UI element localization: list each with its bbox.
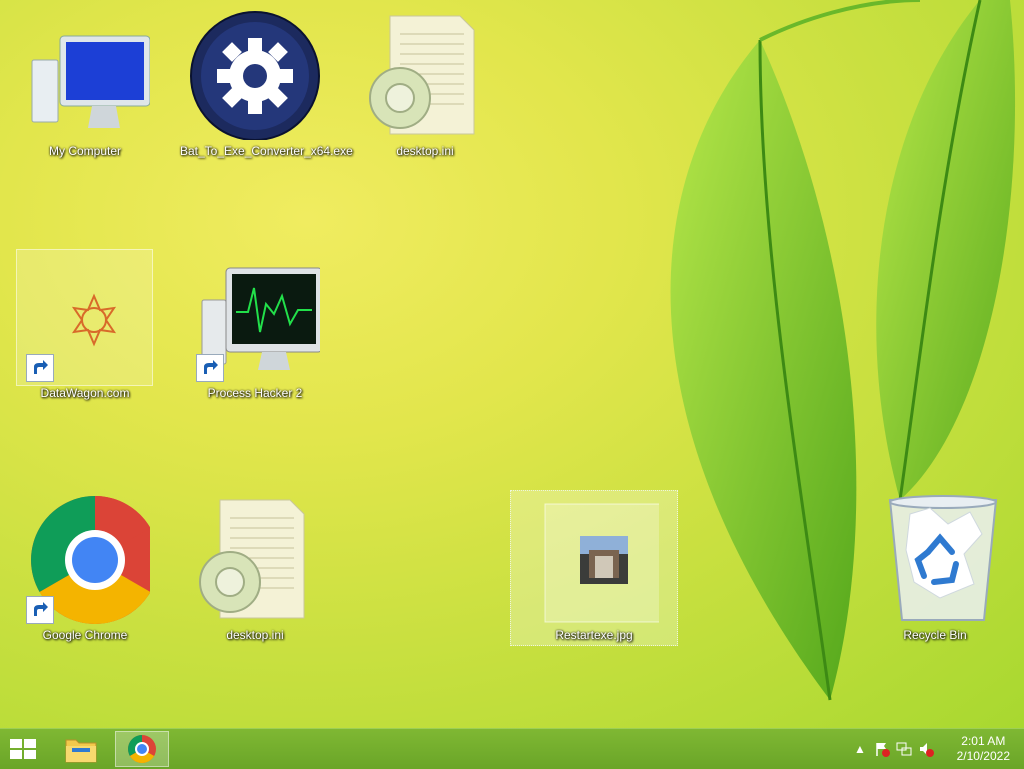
web-shortcut-icon (20, 252, 150, 382)
icon-label: desktop.ini (396, 144, 454, 158)
folder-icon (65, 739, 97, 763)
computer-icon (20, 10, 151, 140)
volume-muted-icon[interactable] (918, 741, 934, 757)
taskbar-file-explorer[interactable] (54, 731, 108, 767)
image-file-icon (529, 494, 682, 624)
icon-label: Bat_To_Exe_Converter_x64.exe (180, 144, 353, 158)
clock-date: 2/10/2022 (956, 749, 1010, 763)
system-tray: ▲ 2:01 AM 2/10/2022 (844, 729, 1024, 769)
shortcut-arrow-icon (26, 596, 54, 624)
icon-label: My Computer (48, 144, 122, 158)
recycle-bin-icon (870, 494, 1000, 624)
config-file-icon (360, 10, 490, 140)
network-icon[interactable] (896, 741, 912, 757)
icon-label: Recycle Bin (903, 628, 967, 642)
clock-time: 2:01 AM (961, 734, 1006, 748)
desktop-icon-recycle-bin[interactable]: Recycle Bin (860, 494, 1010, 642)
clock[interactable]: 2:01 AM 2/10/2022 (957, 734, 1010, 764)
desktop-icon-desktop-ini[interactable]: desktop.ini (350, 10, 500, 158)
icon-label: Restartexe.jpg (555, 628, 633, 642)
taskbar-google-chrome[interactable] (115, 731, 169, 767)
process-monitor-icon (190, 252, 323, 382)
desktop-icon-my-computer[interactable]: My Computer (10, 10, 160, 158)
windows-logo-icon (10, 739, 36, 759)
desktop[interactable]: My Computer Bat_To_Exe_Converter_x64.exe… (0, 0, 1024, 728)
desktop-icon-bat-to-exe[interactable]: Bat_To_Exe_Converter_x64.exe (180, 10, 353, 158)
config-file-icon (190, 494, 320, 624)
action-center-flag-icon[interactable] (874, 741, 890, 757)
icon-label: desktop.ini (226, 628, 284, 642)
desktop-icon-desktop-ini-2[interactable]: desktop.ini (180, 494, 330, 642)
chrome-icon (128, 735, 156, 763)
shortcut-arrow-icon (26, 354, 54, 382)
desktop-icon-datawagon[interactable]: DataWagon.com (10, 252, 160, 400)
start-button[interactable] (8, 737, 38, 761)
shortcut-arrow-icon (196, 354, 224, 382)
gear-app-icon (190, 10, 320, 141)
desktop-icon-process-hacker[interactable]: Process Hacker 2 (180, 252, 330, 400)
chrome-icon (20, 494, 159, 624)
show-hidden-icons-chevron-icon[interactable]: ▲ (852, 741, 868, 757)
icon-label: DataWagon.com (40, 386, 130, 400)
taskbar: ▲ 2:01 AM 2/10/2022 (0, 728, 1024, 769)
desktop-icon-restartexe-jpg[interactable]: Restartexe.jpg (519, 494, 682, 642)
desktop-icon-google-chrome[interactable]: Google Chrome (10, 494, 160, 642)
icon-label: Process Hacker 2 (207, 386, 303, 400)
icon-label: Google Chrome (42, 628, 128, 642)
